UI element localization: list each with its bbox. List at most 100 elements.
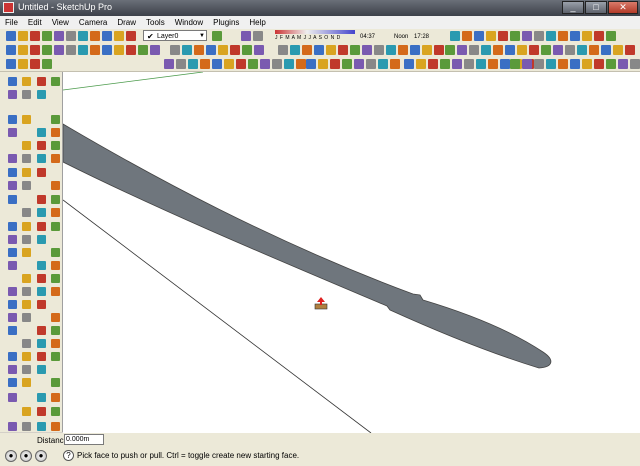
tool-icon[interactable]: [22, 77, 31, 86]
menu-view[interactable]: View: [47, 16, 74, 29]
toolbar-tool-icon[interactable]: [194, 45, 204, 55]
tool-icon[interactable]: [22, 154, 31, 163]
toolbar-tool-icon[interactable]: [182, 45, 192, 55]
toolbar-tool-icon[interactable]: [565, 45, 575, 55]
toolbar-tool-icon[interactable]: [350, 45, 360, 55]
toolbar-tool-icon[interactable]: [66, 31, 76, 41]
toolbar-tool-icon[interactable]: [42, 59, 52, 69]
curved-face[interactable]: [63, 123, 552, 369]
tool-icon[interactable]: [22, 378, 31, 387]
toolbar-tool-icon[interactable]: [6, 59, 16, 69]
toolbar-tool-icon[interactable]: [398, 45, 408, 55]
toolbar-tool-icon[interactable]: [517, 45, 527, 55]
toolbar-tool-icon[interactable]: [318, 59, 328, 69]
tool-icon[interactable]: [37, 90, 46, 99]
tool-icon[interactable]: [22, 407, 31, 416]
toolbar-tool-icon[interactable]: [577, 45, 587, 55]
toolbar-tool-icon[interactable]: [212, 59, 222, 69]
tool-icon[interactable]: [37, 261, 46, 270]
tool-icon[interactable]: [8, 154, 17, 163]
toolbar-tool-icon[interactable]: [500, 59, 510, 69]
tool-icon[interactable]: [22, 208, 31, 217]
toolbar-tool-icon[interactable]: [529, 45, 539, 55]
toolbar-tool-icon[interactable]: [296, 59, 306, 69]
toolbar-tool-icon[interactable]: [481, 45, 491, 55]
toolbar-tool-icon[interactable]: [522, 59, 532, 69]
toolbar-tool-icon[interactable]: [260, 59, 270, 69]
menu-plugins[interactable]: Plugins: [208, 16, 244, 29]
tool-icon[interactable]: [37, 339, 46, 348]
toolbar-tool-icon[interactable]: [212, 31, 222, 41]
toolbar-tool-icon[interactable]: [625, 45, 635, 55]
tool-icon[interactable]: [8, 128, 17, 137]
tool-icon[interactable]: [51, 181, 60, 190]
tool-icon[interactable]: [51, 222, 60, 231]
toolbar-tool-icon[interactable]: [248, 59, 258, 69]
tool-icon[interactable]: [51, 313, 60, 322]
toolbar-tool-icon[interactable]: [354, 59, 364, 69]
toolbar-tool-icon[interactable]: [188, 59, 198, 69]
tool-icon[interactable]: [37, 352, 46, 361]
tool-icon[interactable]: [8, 115, 17, 124]
menu-help[interactable]: Help: [244, 16, 270, 29]
menu-edit[interactable]: Edit: [23, 16, 47, 29]
tool-icon[interactable]: [22, 181, 31, 190]
tool-icon[interactable]: [22, 365, 31, 374]
menu-window[interactable]: Window: [170, 16, 208, 29]
tool-icon[interactable]: [51, 339, 60, 348]
tool-icon[interactable]: [22, 274, 31, 283]
toolbar-tool-icon[interactable]: [200, 59, 210, 69]
toolbar-tool-icon[interactable]: [416, 59, 426, 69]
toolbar-tool-icon[interactable]: [606, 59, 616, 69]
tool-icon[interactable]: [37, 222, 46, 231]
toolbar-tool-icon[interactable]: [493, 45, 503, 55]
toolbar-tool-icon[interactable]: [474, 31, 484, 41]
toolbar-tool-icon[interactable]: [66, 45, 76, 55]
tool-icon[interactable]: [51, 208, 60, 217]
toolbar-tool-icon[interactable]: [374, 45, 384, 55]
tool-icon[interactable]: [37, 407, 46, 416]
tool-icon[interactable]: [8, 261, 17, 270]
menu-file[interactable]: File: [0, 16, 23, 29]
tool-icon[interactable]: [37, 274, 46, 283]
tool-icon[interactable]: [51, 248, 60, 257]
toolbar-tool-icon[interactable]: [498, 31, 508, 41]
tool-icon[interactable]: [37, 168, 46, 177]
tool-icon[interactable]: [22, 339, 31, 348]
toolbar-tool-icon[interactable]: [386, 45, 396, 55]
tool-icon[interactable]: [22, 90, 31, 99]
tool-icon[interactable]: [22, 352, 31, 361]
tool-icon[interactable]: [51, 115, 60, 124]
toolbar-tool-icon[interactable]: [314, 45, 324, 55]
tool-icon[interactable]: [8, 181, 17, 190]
toolbar-tool-icon[interactable]: [428, 59, 438, 69]
tool-icon[interactable]: [51, 393, 60, 402]
toolbar-tool-icon[interactable]: [18, 59, 28, 69]
toolbar-tool-icon[interactable]: [546, 59, 556, 69]
tool-icon[interactable]: [8, 326, 17, 335]
tool-icon[interactable]: [51, 154, 60, 163]
toolbar-tool-icon[interactable]: [553, 45, 563, 55]
tool-icon[interactable]: [51, 141, 60, 150]
tool-icon[interactable]: [8, 235, 17, 244]
toolbar-tool-icon[interactable]: [404, 59, 414, 69]
toolbar-tool-icon[interactable]: [522, 31, 532, 41]
tool-icon[interactable]: [8, 195, 17, 204]
tool-icon[interactable]: [8, 300, 17, 309]
maximize-button[interactable]: □: [585, 1, 607, 14]
toolbar-tool-icon[interactable]: [410, 45, 420, 55]
toolbar-tool-icon[interactable]: [330, 59, 340, 69]
toolbar-tool-icon[interactable]: [570, 31, 580, 41]
tool-icon[interactable]: [37, 195, 46, 204]
tool-icon[interactable]: [51, 352, 60, 361]
tool-icon[interactable]: [51, 422, 60, 431]
toolbar-tool-icon[interactable]: [582, 59, 592, 69]
tool-icon[interactable]: [37, 422, 46, 431]
toolbar-tool-icon[interactable]: [42, 45, 52, 55]
toolbar-tool-icon[interactable]: [469, 45, 479, 55]
tool-icon[interactable]: [51, 378, 60, 387]
toolbar-tool-icon[interactable]: [6, 45, 16, 55]
user-icon[interactable]: ●: [35, 450, 47, 462]
toolbar-tool-icon[interactable]: [618, 59, 628, 69]
tool-icon[interactable]: [37, 287, 46, 296]
